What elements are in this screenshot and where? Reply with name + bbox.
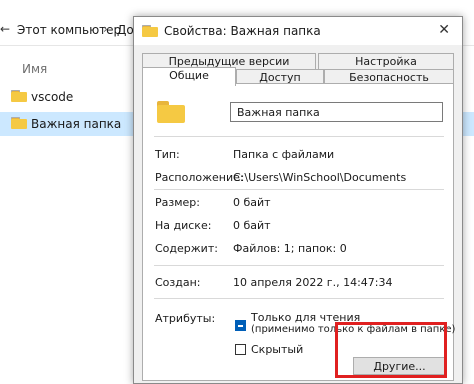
hidden-label: Скрытый bbox=[251, 343, 304, 356]
attributes-label: Атрибуты: bbox=[155, 312, 216, 325]
type-label: Тип: bbox=[155, 148, 180, 161]
contains-value: Файлов: 1; папок: 0 bbox=[233, 242, 347, 255]
created-label: Создан: bbox=[155, 276, 201, 289]
general-panel: Важная папка Тип: Папка с файлами Распол… bbox=[142, 83, 456, 381]
hidden-checkbox[interactable] bbox=[235, 344, 246, 355]
size-on-disk-label: На диске: bbox=[155, 219, 212, 232]
dialog-titlebar[interactable]: Свойства: Важная папка ✕ bbox=[134, 17, 462, 45]
properties-dialog: Свойства: Важная папка ✕ Предыдущие верс… bbox=[133, 16, 463, 384]
type-value: Папка с файлами bbox=[233, 148, 335, 161]
readonly-checkbox[interactable] bbox=[235, 320, 246, 331]
divider bbox=[154, 189, 444, 190]
column-header-name[interactable]: Имя bbox=[22, 62, 47, 76]
size-label: Размер: bbox=[155, 196, 200, 209]
tab-customize[interactable]: Настройка bbox=[318, 53, 454, 70]
folder-name-input[interactable]: Важная папка bbox=[230, 102, 443, 122]
readonly-note: (применимо только к файлам в папке) bbox=[251, 324, 456, 335]
divider bbox=[154, 136, 444, 137]
tab-general[interactable]: Общие bbox=[142, 67, 236, 86]
divider bbox=[154, 298, 444, 299]
size-on-disk-value: 0 байт bbox=[233, 219, 271, 232]
folder-icon bbox=[157, 101, 185, 123]
location-label: Расположение: bbox=[155, 171, 244, 184]
close-icon[interactable]: ✕ bbox=[438, 22, 450, 38]
advanced-button[interactable]: Другие... bbox=[353, 357, 446, 375]
dialog-title: Свойства: Важная папка bbox=[164, 24, 321, 38]
file-name: vscode bbox=[31, 90, 74, 104]
folder-icon bbox=[142, 25, 158, 37]
file-name: Важная папка bbox=[31, 117, 122, 131]
divider bbox=[154, 265, 444, 266]
folder-icon bbox=[11, 117, 27, 129]
folder-icon bbox=[11, 90, 27, 102]
created-value: 10 апреля 2022 г., 14:47:34 bbox=[233, 276, 393, 289]
breadcrumb-separator-icon: › bbox=[103, 22, 108, 36]
location-value: C:\Users\WinSchool\Documents bbox=[233, 171, 407, 184]
size-value: 0 байт bbox=[233, 196, 271, 209]
contains-label: Содержит: bbox=[155, 242, 218, 255]
back-arrow-icon[interactable]: ← bbox=[0, 22, 10, 36]
readonly-label: Только для чтения bbox=[251, 311, 361, 324]
